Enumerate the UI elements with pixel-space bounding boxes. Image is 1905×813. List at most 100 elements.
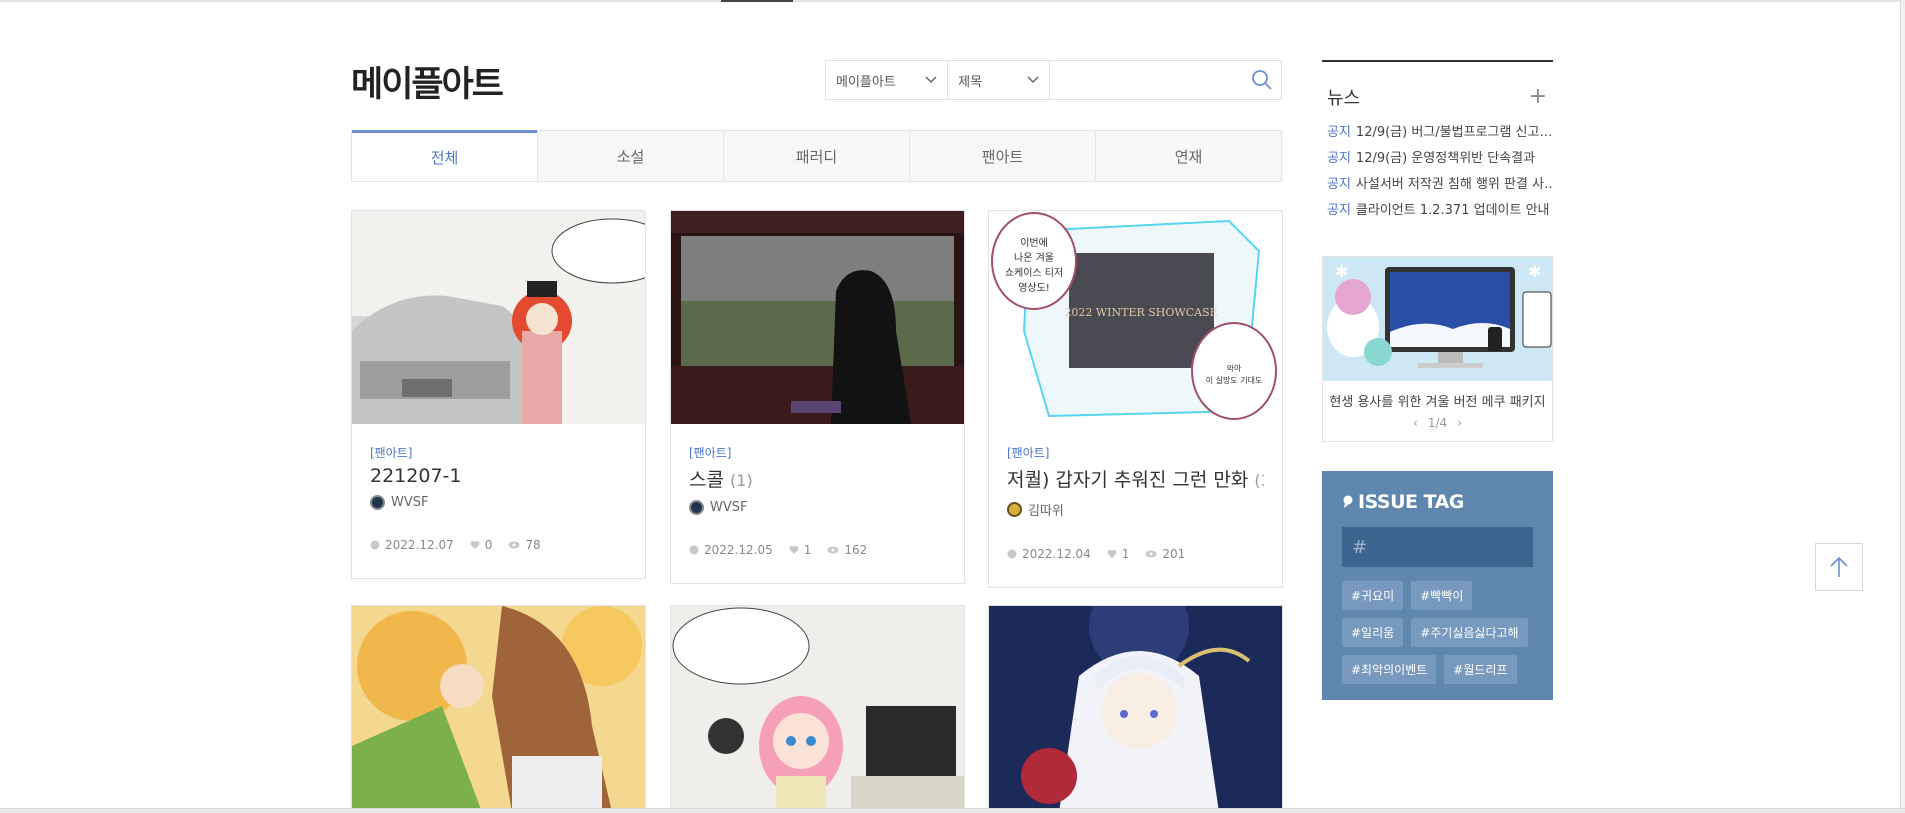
svg-text:✱: ✱ [1335, 262, 1348, 281]
news-item[interactable]: 공지 12/9(금) 버그/불법프로그램 신고… [1322, 120, 1553, 146]
post-card[interactable]: [팬아트] 221207-1 WVSF 2022.12.07 0 78 [351, 210, 646, 579]
issue-tag-chip[interactable]: #빡빡이 [1411, 581, 1473, 610]
post-date: 2022.12.07 [385, 538, 454, 552]
page-bottom-edge [0, 808, 1905, 813]
chevron-down-icon [1027, 76, 1039, 84]
board-select-value: 메이플아트 [836, 74, 896, 90]
post-title[interactable]: 221207-1 [370, 465, 627, 487]
post-thumbnail[interactable] [351, 605, 646, 811]
banner-prev-button[interactable]: ‹ [1413, 416, 1418, 430]
chevron-down-icon [925, 76, 937, 84]
issue-tag-chip[interactable]: #월드리프 [1444, 655, 1517, 684]
banner-caption: 현생 용사를 위한 겨울 버전 메쿠 패키지 [1329, 395, 1546, 410]
field-select-value: 제목 [958, 74, 983, 90]
heart-icon [470, 541, 480, 549]
issue-tag-chip[interactable]: #주기싫음싫다고해 [1411, 618, 1528, 647]
news-item[interactable]: 공지 12/9(금) 운영정책위반 단속결과 [1322, 146, 1553, 172]
author-name: WVSF [710, 500, 748, 515]
page-scrollbar[interactable] [1900, 0, 1905, 813]
like-count: 1 [803, 543, 812, 557]
banner-pager: ‹ 1/4 › [1323, 416, 1552, 430]
page-title: 메이플아트 [351, 65, 504, 105]
banner-page-indicator: 1/4 [1427, 416, 1448, 430]
post-card[interactable]: 이번에 나온 겨울 쇼케이스 티저 영상도! 2022 WINTER SHOWC… [988, 210, 1283, 588]
screen-caption: 2022 WINTER SHOWCASE [1064, 306, 1217, 319]
post-date: 2022.12.05 [704, 543, 773, 557]
post-thumbnail[interactable]: 이번에 나온 겨울 쇼케이스 티저 영상도! 2022 WINTER SHOWC… [989, 211, 1282, 424]
tab-parody[interactable]: 패러디 [723, 131, 909, 181]
post-card[interactable]: [팬아트] 스콜 (1) WVSF 2022.12.05 1 162 [670, 210, 965, 584]
search-input[interactable] [1049, 61, 1244, 99]
eye-icon [827, 546, 839, 554]
post-thumbnail[interactable] [671, 211, 964, 424]
post-author[interactable]: WVSF [370, 495, 627, 510]
author-avatar-icon [689, 500, 704, 515]
post-author[interactable]: 김따위 [1007, 500, 1264, 519]
tab-all[interactable]: 전체 [352, 130, 537, 181]
author-avatar-icon [370, 495, 385, 510]
banner-next-button[interactable]: › [1457, 416, 1462, 430]
news-panel: 뉴스 + 공지 12/9(금) 버그/불법프로그램 신고… 공지 12/9(금) 운… [1322, 60, 1553, 224]
eye-icon [1145, 550, 1157, 558]
heart-icon [1107, 550, 1117, 558]
banner-image[interactable]: ✱ ✱ [1323, 257, 1552, 381]
issue-tag-list: #귀요미 #빡빡이 #일리움 #주기싫음싫다고해 #최악의이벤트 #월드리프 [1342, 581, 1533, 684]
promo-banner[interactable]: ✱ ✱ 현생 용사를 위한 겨울 버전 메쿠 패키지 ‹ 1/4 › [1322, 256, 1553, 442]
tab-serial[interactable]: 연재 [1095, 131, 1281, 181]
svg-text:쇼케이스 티저: 쇼케이스 티저 [1005, 267, 1063, 279]
issue-tag-chip[interactable]: #최악의이벤트 [1342, 655, 1437, 684]
comment-count: (1) [730, 471, 753, 490]
speech-bubble-icon [1343, 495, 1353, 508]
news-tag: 공지 [1327, 125, 1351, 140]
view-count: 201 [1162, 547, 1186, 561]
post-meta: 2022.12.05 1 162 [689, 543, 946, 583]
news-tag: 공지 [1327, 177, 1351, 192]
post-title[interactable]: 저퀄) 갑자기 추워진 그런 만화 (3) [1007, 465, 1264, 492]
author-avatar-icon [1007, 502, 1022, 517]
author-name: 김따위 [1028, 504, 1064, 519]
news-title: 뉴스 [1327, 88, 1361, 109]
issue-tag-title: ISSUE TAG [1342, 491, 1533, 513]
svg-text:영상도!: 영상도! [1018, 282, 1050, 294]
category-tabs: 전체 소설 패러디 팬아트 연재 [351, 130, 1282, 182]
like-count: 0 [484, 538, 493, 552]
clock-icon [689, 545, 699, 555]
issue-tag-chip[interactable]: #귀요미 [1342, 581, 1404, 610]
news-tag: 공지 [1327, 203, 1351, 218]
arrow-up-icon [1830, 556, 1848, 577]
post-title[interactable]: 스콜 (1) [689, 465, 946, 492]
issue-tag-chip[interactable]: #일리움 [1342, 618, 1404, 647]
view-count: 162 [844, 543, 868, 557]
clock-icon [1007, 549, 1017, 559]
post-meta: 2022.12.07 0 78 [370, 538, 627, 578]
post-category[interactable]: [팬아트] [689, 444, 946, 461]
news-more-button[interactable]: + [1529, 86, 1547, 108]
author-name: WVSF [391, 495, 429, 510]
svg-text:✱: ✱ [1528, 262, 1541, 281]
field-select[interactable]: 제목 [948, 61, 1050, 99]
post-category[interactable]: [팬아트] [370, 444, 627, 461]
scroll-top-button[interactable] [1815, 543, 1863, 591]
top-nav-active-indicator [721, 0, 793, 2]
search-icon [1252, 70, 1273, 90]
post-author[interactable]: WVSF [689, 500, 946, 515]
news-tag: 공지 [1327, 151, 1351, 166]
issue-tag-search [1342, 527, 1577, 567]
post-date: 2022.12.04 [1022, 547, 1091, 561]
search-button[interactable] [1244, 61, 1281, 99]
post-thumbnail[interactable] [988, 605, 1283, 811]
page: 메이플아트 메이플아트 제목 전체 소설 패러디 팬아트 연재 [팬아트] 22… [0, 0, 1905, 813]
post-thumbnail[interactable] [352, 211, 645, 424]
tab-novel[interactable]: 소설 [537, 131, 723, 181]
tab-fanart[interactable]: 팬아트 [909, 131, 1095, 181]
news-item[interactable]: 공지 클라이언트 1.2.371 업데이트 안내 [1322, 198, 1553, 224]
svg-text:이번에: 이번에 [1020, 237, 1048, 249]
issue-tag-input[interactable] [1352, 536, 1577, 558]
svg-text:와아: 와아 [1227, 363, 1242, 373]
post-category[interactable]: [팬아트] [1007, 444, 1264, 461]
search-bar: 메이플아트 제목 [825, 60, 1282, 100]
news-item[interactable]: 공지 사설서버 저작권 침해 행위 판결 사… [1322, 172, 1553, 198]
svg-text:이 실망도 기대도: 이 실망도 기대도 [1206, 375, 1263, 385]
board-select[interactable]: 메이플아트 [826, 61, 949, 99]
post-thumbnail[interactable] [670, 605, 965, 811]
